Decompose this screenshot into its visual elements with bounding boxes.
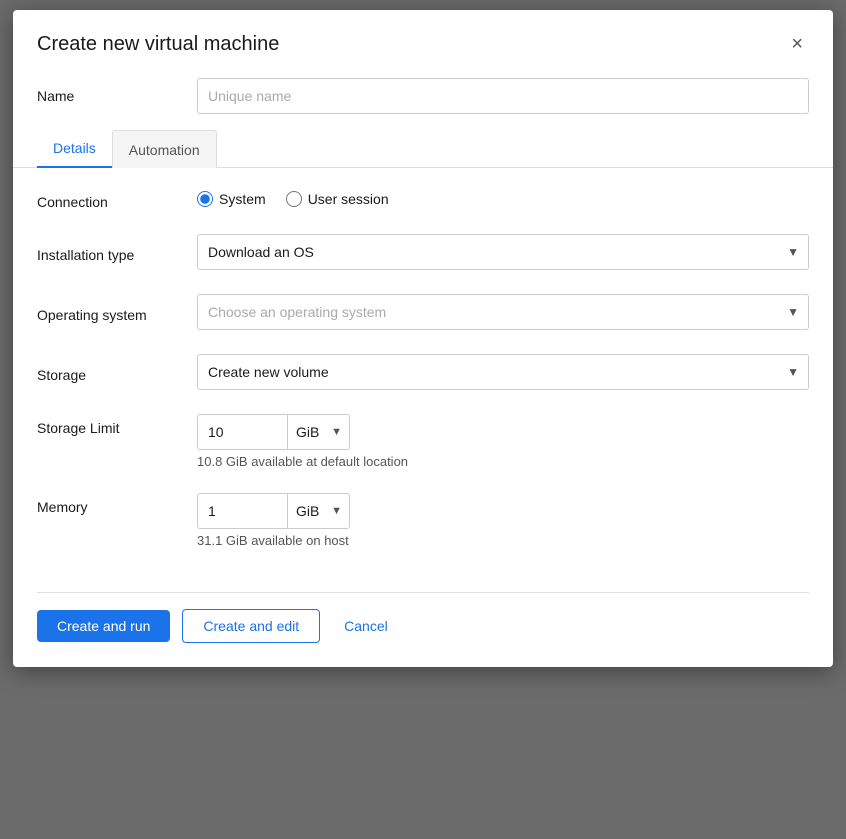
dialog-footer: Create and run Create and edit Cancel <box>13 593 833 667</box>
operating-system-select-wrapper: Choose an operating system ▼ <box>197 294 809 330</box>
memory-label: Memory <box>37 493 197 515</box>
dialog-title: Create new virtual machine <box>37 33 279 56</box>
storage-select-wrapper: Create new volume Select or create custo… <box>197 354 809 390</box>
storage-limit-row: Storage Limit MiB GiB TiB ▼ <box>37 414 809 469</box>
name-input[interactable] <box>197 78 809 114</box>
connection-system-radio[interactable] <box>197 191 213 207</box>
installation-type-row: Installation type Download an OS Local i… <box>37 234 809 270</box>
storage-label: Storage <box>37 361 197 383</box>
storage-row: Storage Create new volume Select or crea… <box>37 354 809 390</box>
storage-limit-label: Storage Limit <box>37 414 197 436</box>
name-label: Name <box>37 88 197 104</box>
memory-unit-wrapper: MiB GiB ▼ <box>287 493 350 529</box>
operating-system-row: Operating system Choose an operating sys… <box>37 294 809 330</box>
dialog-header: Create new virtual machine × <box>13 10 833 74</box>
create-vm-dialog: Create new virtual machine × Name Detail… <box>13 10 833 667</box>
name-row: Name <box>13 74 833 130</box>
storage-limit-input[interactable] <box>197 414 287 450</box>
dialog-overlay: Create new virtual machine × Name Detail… <box>0 0 846 839</box>
installation-type-label: Installation type <box>37 241 197 263</box>
create-and-run-button[interactable]: Create and run <box>37 610 170 642</box>
connection-user-session-radio[interactable] <box>286 191 302 207</box>
cancel-button[interactable]: Cancel <box>332 610 400 642</box>
memory-hint: 31.1 GiB available on host <box>197 533 809 548</box>
storage-limit-hint: 10.8 GiB available at default location <box>197 454 809 469</box>
connection-row: Connection System User session <box>37 188 809 210</box>
tab-details[interactable]: Details <box>37 130 112 168</box>
memory-row: Memory MiB GiB ▼ 31.1 GiB available on h… <box>37 493 809 548</box>
storage-limit-unit-wrapper: MiB GiB TiB ▼ <box>287 414 350 450</box>
tabs-container: Details Automation <box>13 130 833 168</box>
create-and-edit-button[interactable]: Create and edit <box>182 609 320 643</box>
connection-system-option[interactable]: System <box>197 191 266 207</box>
storage-limit-inputs: MiB GiB TiB ▼ <box>197 414 809 450</box>
memory-unit-select[interactable]: MiB GiB <box>287 493 350 529</box>
installation-type-content: Download an OS Local install media Netwo… <box>197 234 809 270</box>
operating-system-content: Choose an operating system ▼ <box>197 294 809 330</box>
connection-content: System User session <box>197 191 809 207</box>
tab-automation[interactable]: Automation <box>112 130 217 168</box>
operating-system-label: Operating system <box>37 301 197 323</box>
storage-limit-unit-select[interactable]: MiB GiB TiB <box>287 414 350 450</box>
storage-select[interactable]: Create new volume Select or create custo… <box>197 354 809 390</box>
storage-content: Create new volume Select or create custo… <box>197 354 809 390</box>
installation-type-select-wrapper: Download an OS Local install media Netwo… <box>197 234 809 270</box>
connection-radio-group: System User session <box>197 191 809 207</box>
memory-inputs: MiB GiB ▼ <box>197 493 809 529</box>
memory-content: MiB GiB ▼ 31.1 GiB available on host <box>197 493 809 548</box>
memory-input[interactable] <box>197 493 287 529</box>
connection-system-label: System <box>219 191 266 207</box>
installation-type-select[interactable]: Download an OS Local install media Netwo… <box>197 234 809 270</box>
form-body: Connection System User session <box>13 168 833 592</box>
storage-limit-content: MiB GiB TiB ▼ 10.8 GiB available at defa… <box>197 414 809 469</box>
connection-label: Connection <box>37 188 197 210</box>
operating-system-select[interactable]: Choose an operating system <box>197 294 809 330</box>
connection-user-session-label: User session <box>308 191 389 207</box>
connection-user-session-option[interactable]: User session <box>286 191 389 207</box>
close-button[interactable]: × <box>785 30 809 58</box>
